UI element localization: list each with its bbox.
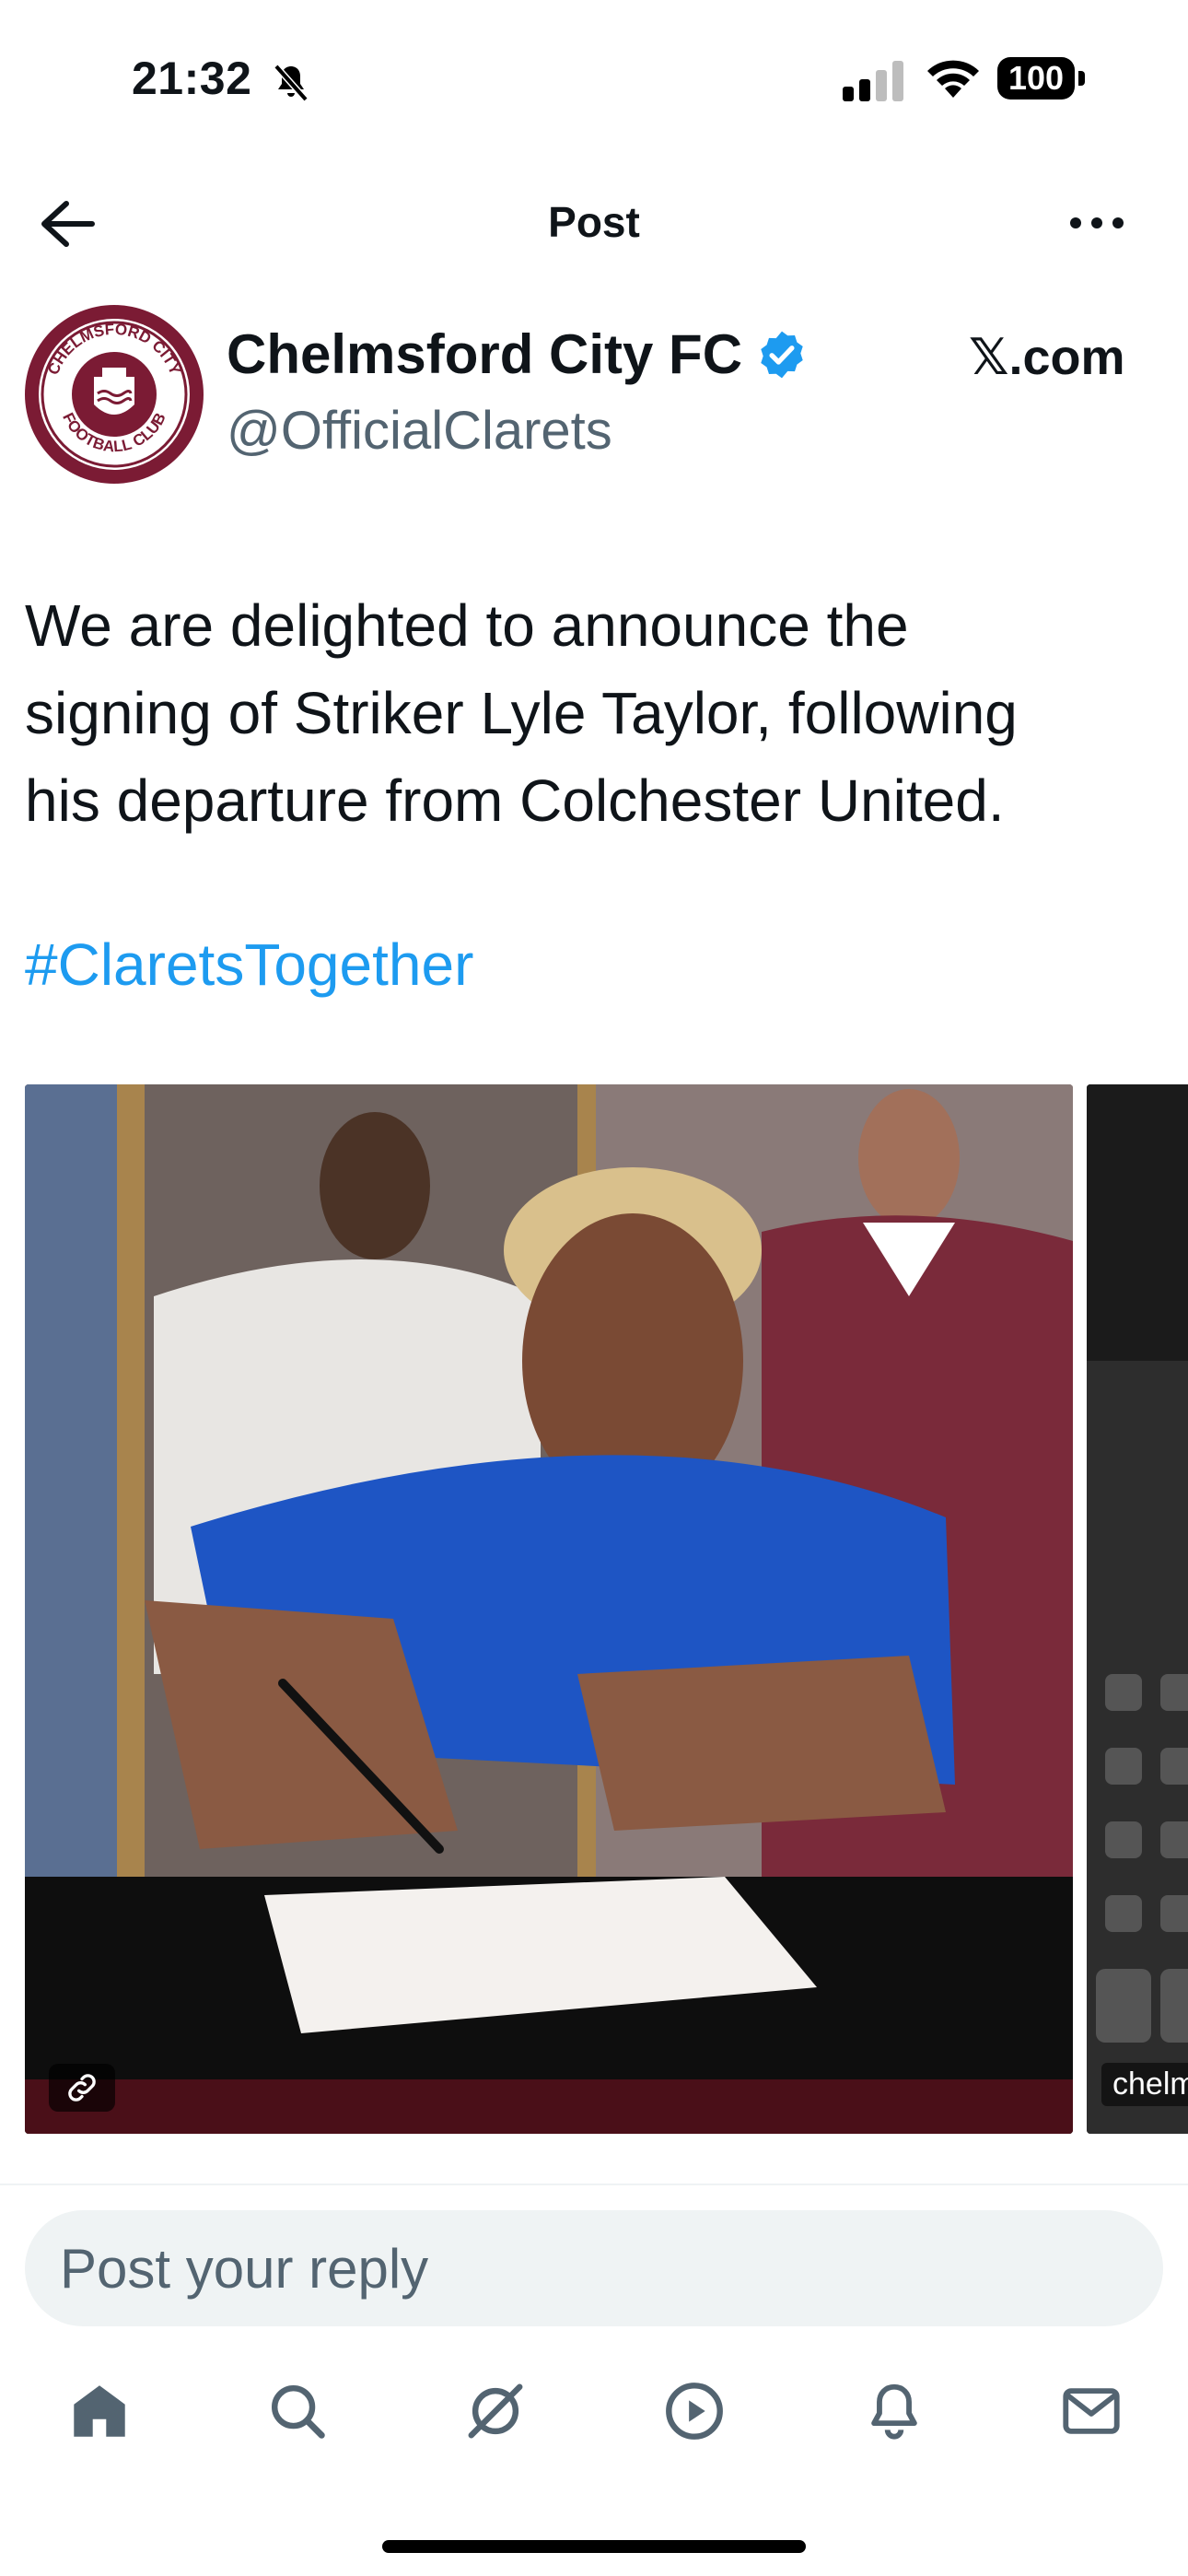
page-title: Post [548,198,640,246]
mail-icon[interactable] [1059,2379,1124,2443]
display-name-text[interactable]: Chelmsford City FC [227,322,742,386]
grok-icon[interactable] [463,2379,528,2443]
play-icon[interactable] [662,2379,727,2443]
verified-badge-icon [761,331,803,378]
status-time: 21:32 [132,53,252,104]
post-text-line: signing of Striker Lyle Taylor, followin… [25,680,1018,746]
next-photo-preview[interactable]: chelm [1087,1084,1188,2134]
stadium-seats-illustration [1087,1084,1188,2134]
source-label[interactable]: 𝕏.com [969,328,1125,386]
preview-caption: chelm [1101,2063,1188,2106]
divider [0,2184,1188,2185]
post-text-line: his departure from Colchester United. [25,767,1005,834]
post-text: We are delighted to announce the signing… [25,582,1167,845]
battery-icon: 100 [997,57,1086,101]
club-crest-icon: CHELMSFORD CITY FOOTBALL CLUB [26,306,203,483]
user-handle[interactable]: @OfficialClarets [227,400,612,462]
home-indicator[interactable] [382,2540,806,2553]
post-text-line: We are delighted to announce the [25,592,909,659]
battery-level: 100 [997,57,1075,100]
avatar[interactable]: CHELMSFORD CITY FOOTBALL CLUB [25,305,204,484]
home-icon[interactable] [67,2379,132,2443]
photo-illustration [25,1084,1073,2134]
display-name[interactable]: Chelmsford City FC [227,322,809,386]
wifi-icon [927,60,979,98]
link-icon[interactable] [49,2064,115,2112]
hashtag-link[interactable]: #ClaretsTogether [25,931,473,999]
search-icon[interactable] [265,2379,330,2443]
silent-bell-icon [274,64,309,102]
post-photo[interactable] [25,1084,1073,2134]
reply-input[interactable]: Post your reply [25,2210,1163,2326]
cellular-signal-icon [843,61,903,101]
more-options-icon[interactable] [1068,210,1125,236]
bell-icon[interactable] [862,2379,926,2443]
